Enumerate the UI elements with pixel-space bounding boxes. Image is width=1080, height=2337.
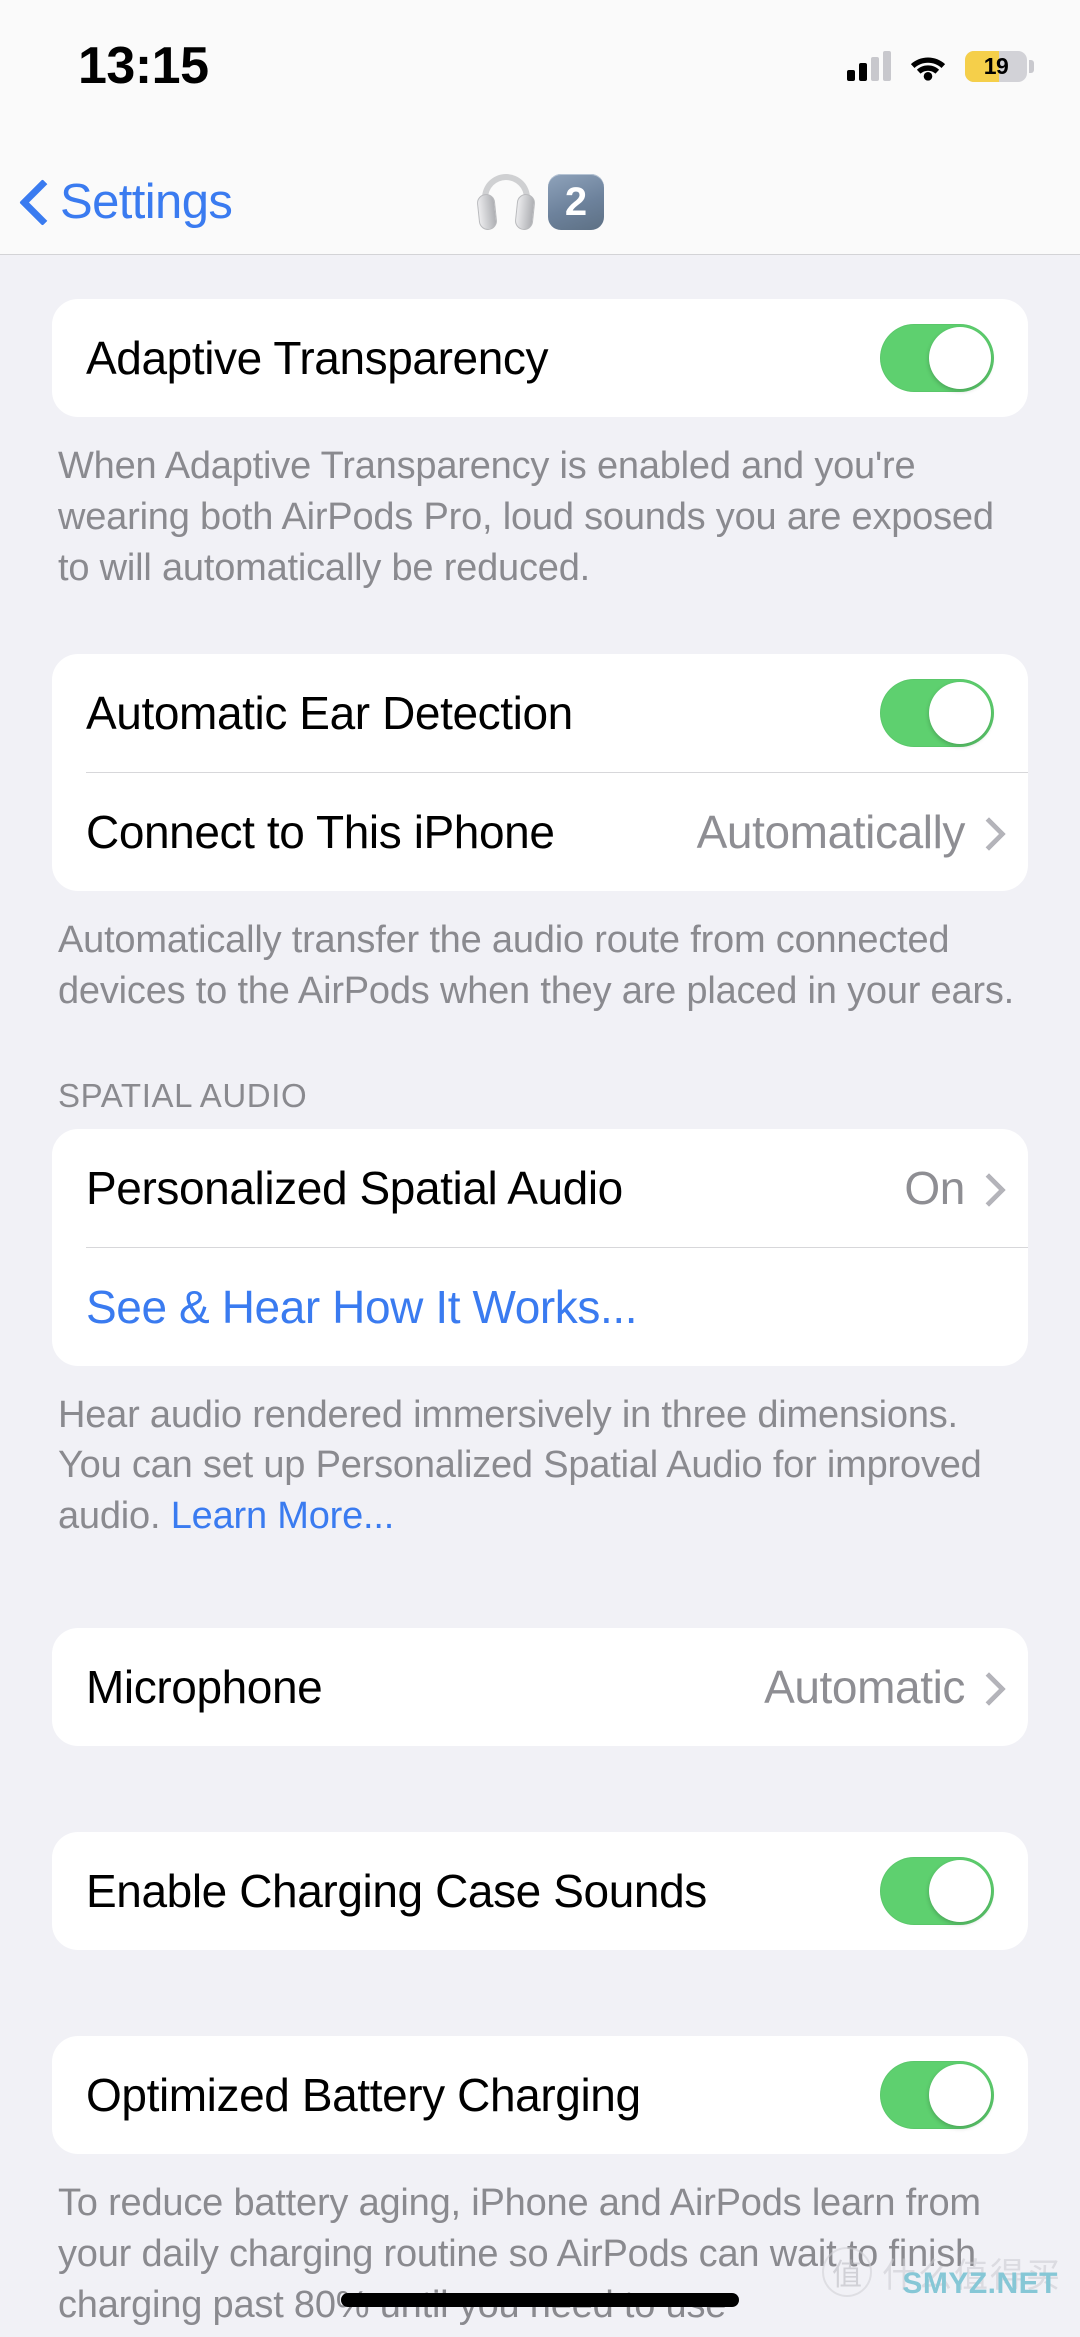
battery-icon: 19	[965, 50, 1027, 82]
section-spatial-audio: Personalized Spatial Audio On See & Hear…	[52, 1128, 1028, 1366]
navigation-bar: Settings 2	[0, 148, 1080, 255]
learn-more-link[interactable]: Learn More...	[171, 1495, 395, 1537]
row-label: Automatic Ear Detection	[86, 686, 573, 739]
footer-adaptive-transparency: When Adaptive Transparency is enabled an…	[58, 445, 994, 589]
row-label: Personalized Spatial Audio	[86, 1161, 623, 1214]
row-microphone[interactable]: Microphone Automatic	[52, 1628, 1028, 1746]
row-value: Automatic	[764, 1661, 965, 1714]
row-automatic-ear-detection[interactable]: Automatic Ear Detection	[52, 654, 1028, 772]
section-microphone: Microphone Automatic	[52, 1628, 1028, 1747]
chevron-right-icon	[977, 817, 994, 847]
section-ear-detection: Automatic Ear Detection Connect to This …	[52, 653, 1028, 891]
home-indicator[interactable]	[341, 2293, 739, 2307]
footer-spatial-audio: Hear audio rendered immersively in three…	[58, 1390, 1022, 1543]
row-see-and-hear-how-it-works[interactable]: See & Hear How It Works...	[52, 1248, 1028, 1366]
cellular-signal-icon	[847, 51, 891, 81]
chevron-left-icon	[22, 180, 48, 224]
section-adaptive-transparency: Adaptive Transparency	[52, 299, 1028, 417]
chevron-right-icon	[977, 1173, 994, 1203]
back-button-label: Settings	[60, 175, 233, 229]
section-charging-case-sounds: Enable Charging Case Sounds	[52, 1832, 1028, 1951]
status-bar-indicators: 19	[847, 44, 1034, 88]
headphones-icon	[476, 174, 536, 231]
row-enable-charging-case-sounds[interactable]: Enable Charging Case Sounds	[52, 1832, 1028, 1950]
row-adaptive-transparency[interactable]: Adaptive Transparency	[52, 299, 1028, 417]
row-label: Connect to This iPhone	[86, 805, 555, 858]
group-header-spatial-audio: SPATIAL AUDIO	[58, 1076, 308, 1114]
row-label: Enable Charging Case Sounds	[86, 1865, 707, 1918]
settings-list: Adaptive Transparency When Adaptive Tran…	[0, 255, 1080, 2331]
wifi-icon	[908, 51, 948, 81]
device-count-badge: 2	[548, 174, 604, 230]
automatic-ear-detection-toggle[interactable]	[880, 678, 994, 747]
row-connect-to-this-iphone[interactable]: Connect to This iPhone Automatically	[52, 773, 1028, 891]
status-bar-time: 13:15	[78, 37, 209, 95]
row-value: Automatically	[696, 805, 966, 858]
chevron-right-icon	[977, 1672, 994, 1702]
battery-percent: 19	[983, 52, 1009, 79]
row-optimized-battery-charging[interactable]: Optimized Battery Charging	[52, 2036, 1028, 2154]
optimized-battery-charging-toggle[interactable]	[880, 2061, 994, 2130]
footer-optimized-battery-charging: To reduce battery aging, iPhone and AirP…	[58, 2182, 981, 2327]
battery-indicator: 19	[965, 50, 1034, 82]
section-optimized-battery-charging: Optimized Battery Charging	[52, 2036, 1028, 2155]
row-label: See & Hear How It Works...	[86, 1280, 638, 1333]
row-value: On	[904, 1161, 965, 1214]
row-label: Optimized Battery Charging	[86, 2069, 641, 2122]
charging-case-sounds-toggle[interactable]	[880, 1857, 994, 1926]
back-button[interactable]: Settings	[22, 166, 233, 238]
row-personalized-spatial-audio[interactable]: Personalized Spatial Audio On	[52, 1129, 1028, 1247]
row-label: Adaptive Transparency	[86, 332, 549, 384]
battery-cap	[1029, 59, 1034, 73]
phone-screen: 13:15 19 Settings 2 Adaptive Transparenc…	[0, 0, 1080, 2337]
adaptive-transparency-toggle[interactable]	[880, 324, 994, 392]
footer-ear-detection: Automatically transfer the audio route f…	[58, 918, 1015, 1012]
row-label: Microphone	[86, 1661, 323, 1714]
status-bar: 13:15 19	[0, 0, 1080, 148]
